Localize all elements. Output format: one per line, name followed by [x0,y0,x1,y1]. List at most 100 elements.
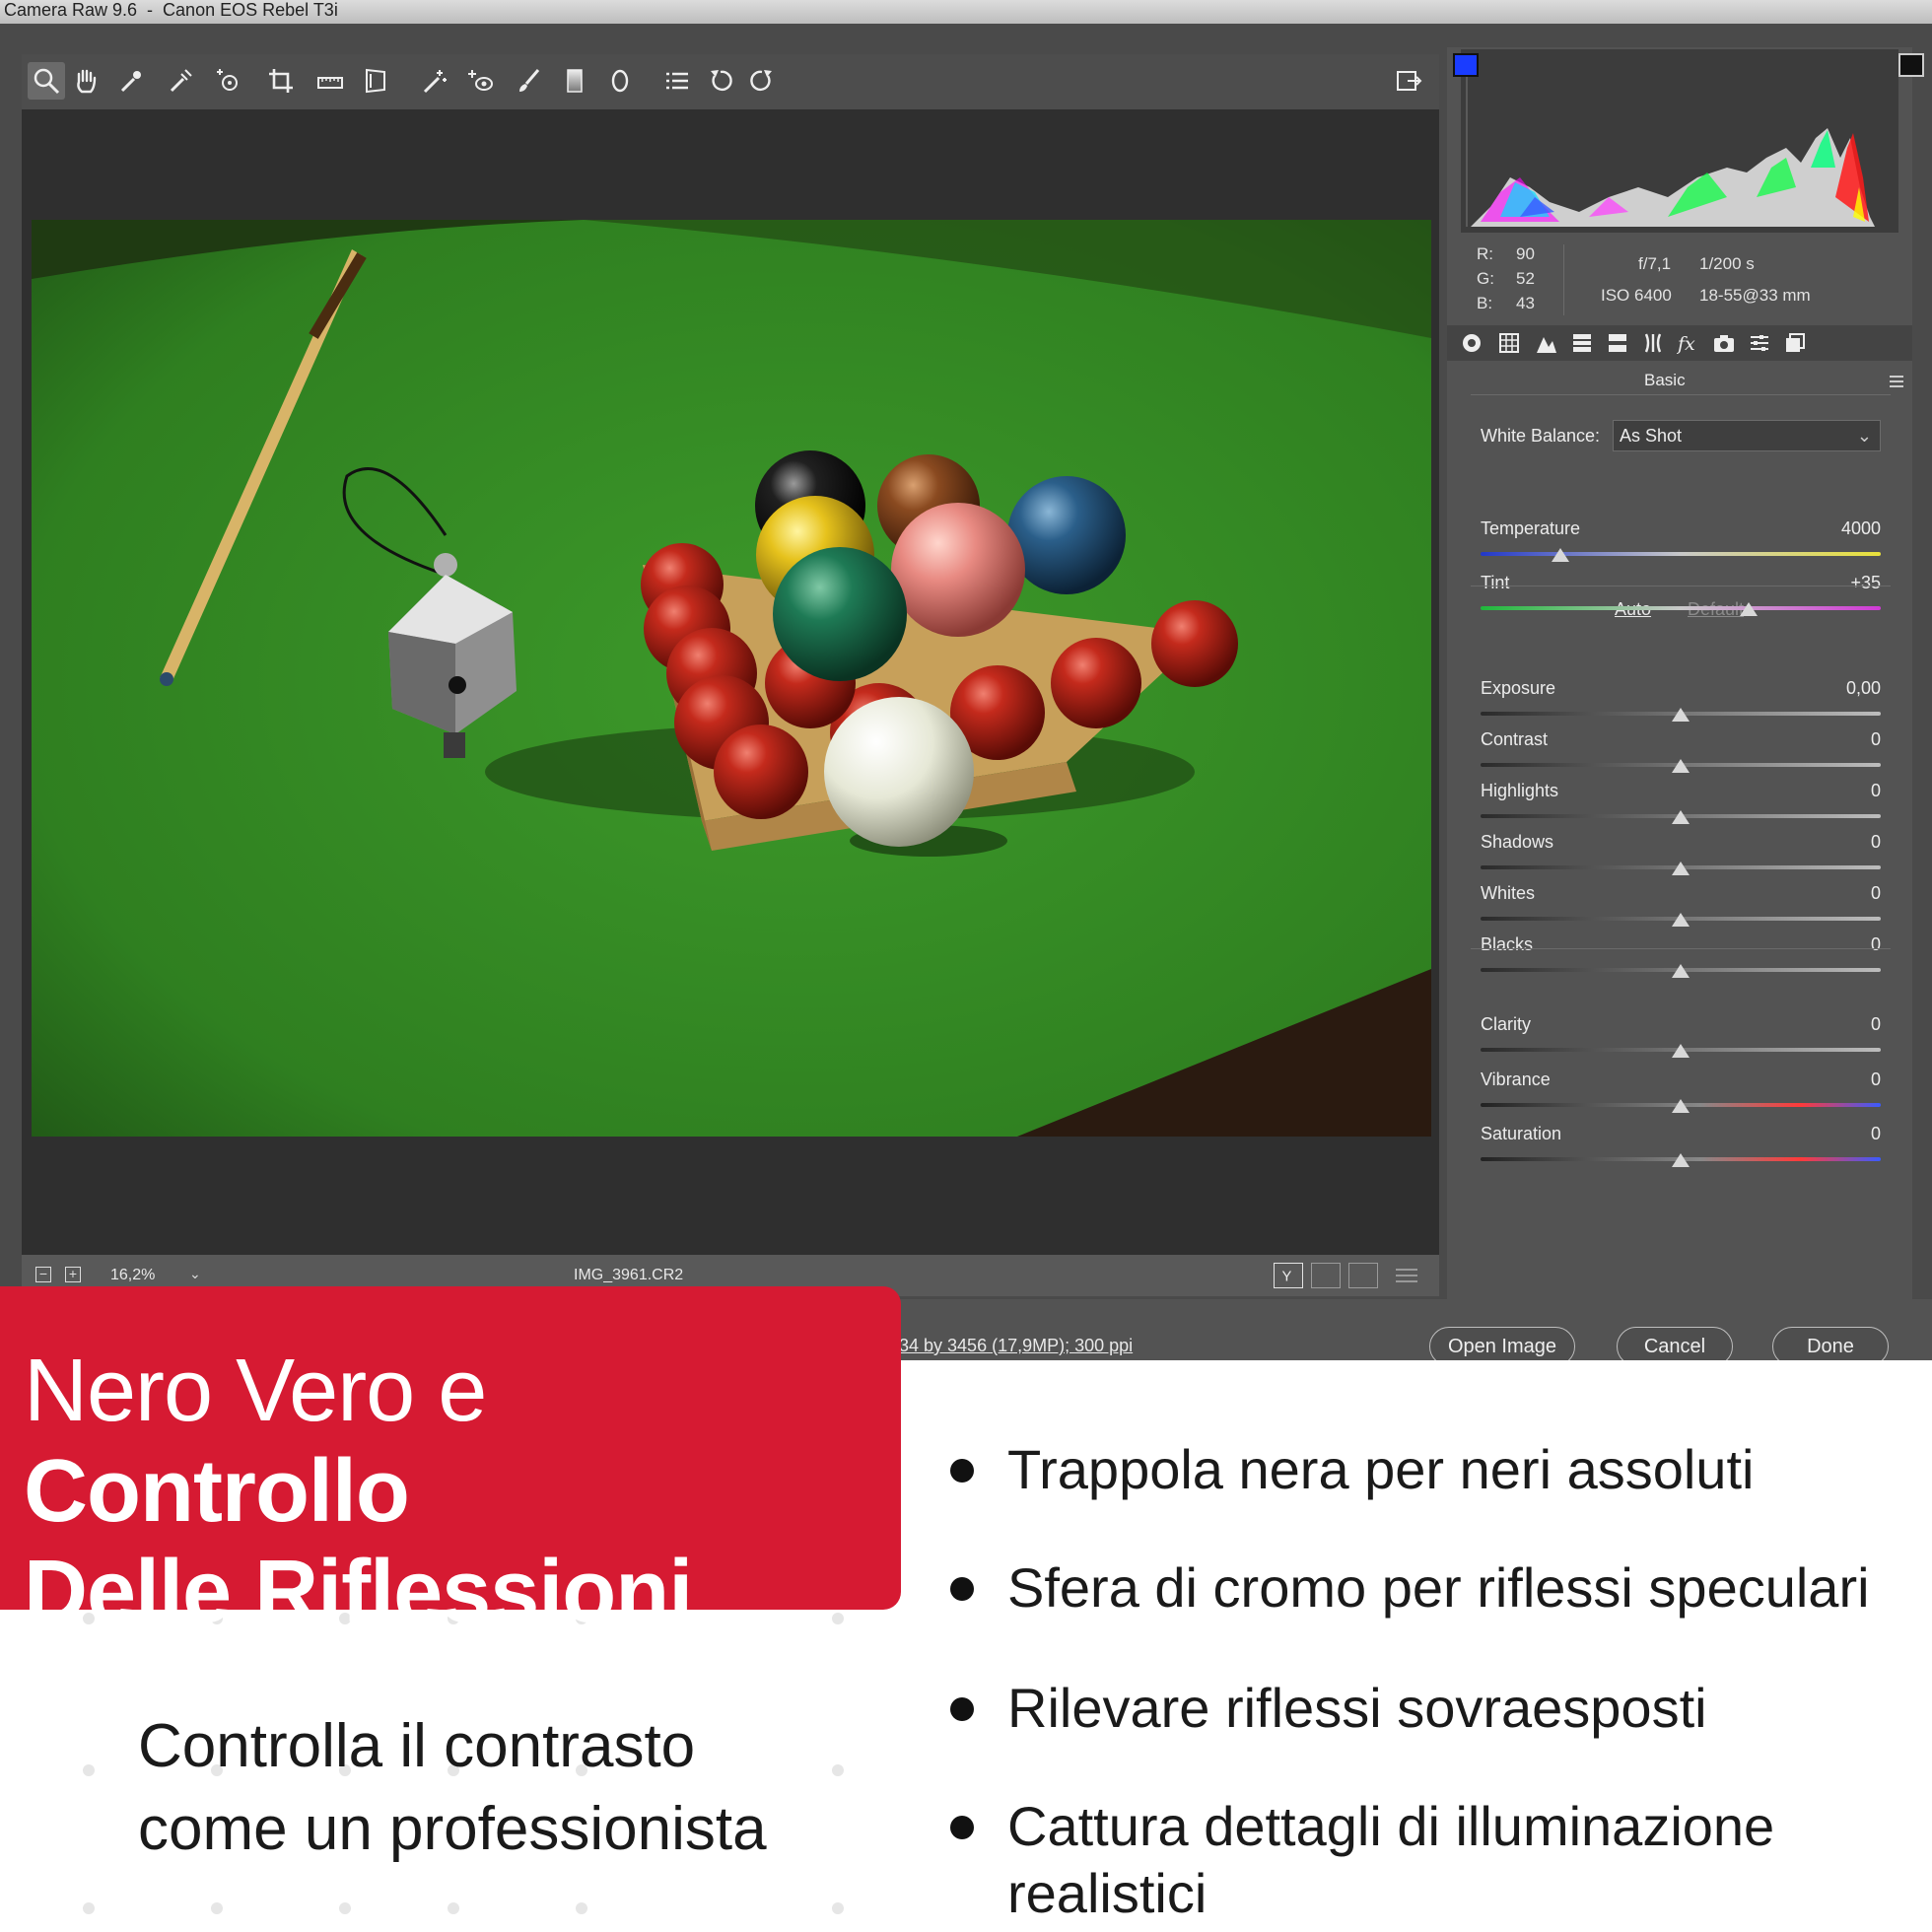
slider-value-field[interactable]: 0 [1802,934,1881,955]
hsl-tab-icon[interactable] [1567,329,1597,357]
bullet-text: realistici [1007,1862,1208,1924]
open-image-button[interactable]: Open Image [1429,1327,1575,1360]
slider-thumb[interactable] [1672,759,1690,773]
slider-value-field[interactable]: 0 [1802,883,1881,904]
bullet-text: Cattura dettagli di illuminazione [1007,1795,1775,1857]
slider-value-field[interactable]: 0 [1802,1014,1881,1035]
red-eye-icon[interactable] [461,62,499,100]
toolbar [22,54,1439,109]
slider-value-field[interactable]: +35 [1802,573,1881,593]
hand-tool-icon[interactable] [67,62,104,100]
presets-tab-icon[interactable] [1745,329,1774,357]
slider-thumb[interactable] [1552,548,1570,562]
fullscreen-toggle-icon[interactable] [1390,62,1427,100]
background-dot [211,1902,223,1914]
filename-label: IMG_3961.CR2 [574,1267,684,1283]
done-button[interactable]: Done [1772,1327,1889,1360]
slider-thumb[interactable] [1672,810,1690,824]
slider-value-field[interactable]: 0 [1802,781,1881,801]
slider-value-field[interactable]: 0 [1802,832,1881,853]
svg-text:fx: fx [1677,333,1695,355]
slider-value-field[interactable]: 4000 [1802,518,1881,539]
transform-icon[interactable] [357,62,394,100]
zoom-tool-icon[interactable] [28,62,65,100]
zoom-out-icon[interactable]: − [35,1267,51,1282]
preferences-icon[interactable] [658,62,696,100]
tone-curve-tab-icon[interactable] [1494,329,1524,357]
background-dot [832,1902,844,1914]
slider-label: Vibrance [1481,1070,1551,1089]
headline-light: Nero Vero e [24,1342,487,1440]
white-balance-label: White Balance: [1481,426,1601,446]
rotate-ccw-icon[interactable] [702,62,739,100]
photo-preview [32,220,1431,1137]
slider-value-field[interactable]: 0,00 [1802,678,1881,699]
background-dot [83,1902,95,1914]
headline: Nero Vero e Controllo Delle Riflessioni [24,1341,891,1642]
rotate-cw-icon[interactable] [743,62,781,100]
chevron-down-icon[interactable]: ⌄ [189,1265,205,1282]
headline-bold-2: Delle Riflessioni [24,1543,693,1641]
headline-bold-1: Controllo [24,1442,410,1541]
slider-thumb[interactable] [1672,1099,1690,1113]
color-sampler-icon[interactable] [162,62,199,100]
radial-filter-icon[interactable] [601,62,639,100]
bullet-text: Sfera di cromo per riflessi speculari [1007,1556,1870,1619]
slider-label: Exposure [1481,678,1556,698]
image-preview-area[interactable] [22,109,1439,1255]
slider-label: Clarity [1481,1014,1532,1034]
adjustment-brush-icon[interactable] [511,62,548,100]
slider-label: Temperature [1481,518,1581,538]
camera-raw-window: Camera Raw 9.6 - Canon EOS Rebel T3i − +… [0,0,1932,1360]
readout-divider [1563,244,1564,315]
slider-value-field[interactable]: 0 [1802,729,1881,750]
slider-thumb[interactable] [1672,1044,1690,1058]
effects-tab-icon[interactable]: fx [1674,329,1703,357]
slider-thumb[interactable] [1672,708,1690,722]
copy-settings-icon[interactable] [1348,1263,1378,1288]
snapshots-tab-icon[interactable] [1780,329,1810,357]
workflow-options-link[interactable]: 34 by 3456 (17,9MP); 300 ppi [899,1336,1133,1356]
spot-removal-icon[interactable] [416,62,453,100]
slider-thumb[interactable] [1672,862,1690,875]
white-balance-value: As Shot [1620,426,1683,446]
targeted-adjustment-icon[interactable] [209,62,246,100]
iso: ISO 6400 [1601,286,1672,305]
zoom-in-icon[interactable]: + [65,1267,81,1282]
slider-track[interactable] [1481,552,1881,556]
slider-thumb[interactable] [1672,913,1690,927]
detail-tab-icon[interactable] [1532,329,1561,357]
shadow-clipping-warning[interactable] [1453,53,1479,77]
cancel-button[interactable]: Cancel [1617,1327,1733,1360]
white-balance-icon[interactable] [112,62,150,100]
slider-value-field[interactable]: 0 [1802,1070,1881,1090]
r-value: 90 [1516,244,1535,263]
crop-icon[interactable] [262,62,300,100]
panel-tabs: fx [1447,325,1912,361]
white-balance-select[interactable]: As Shot ⌄ [1613,420,1881,451]
view-settings-icon[interactable] [1394,1266,1419,1285]
camera-calibration-tab-icon[interactable] [1709,329,1739,357]
slider-thumb[interactable] [1740,602,1759,616]
background-dot [448,1902,459,1914]
slider-label: Blacks [1481,934,1534,954]
zoom-level-select[interactable]: 16,2% [110,1267,155,1284]
slider-thumb[interactable] [1672,964,1690,978]
slider-thumb[interactable] [1672,1153,1690,1167]
shutter-speed: 1/200 s [1699,254,1755,273]
slider-track[interactable] [1481,606,1881,610]
section-divider [1471,948,1891,949]
tagline-line-1: Controlla il contrasto [138,1712,696,1780]
slider-value-field[interactable]: 0 [1802,1124,1881,1144]
basic-tab-icon[interactable] [1457,329,1486,357]
swap-settings-icon[interactable] [1311,1263,1341,1288]
highlight-clipping-warning[interactable] [1898,53,1924,77]
lens-corrections-tab-icon[interactable] [1638,329,1668,357]
split-toning-tab-icon[interactable] [1603,329,1632,357]
straighten-icon[interactable] [311,62,349,100]
tagline-line-2: come un professionista [138,1795,767,1863]
panel-menu-icon[interactable] [1889,375,1904,388]
bullet-dot-icon [950,1459,974,1483]
before-after-toggle-icon[interactable]: Y [1274,1263,1303,1288]
graduated-filter-icon[interactable] [556,62,593,100]
